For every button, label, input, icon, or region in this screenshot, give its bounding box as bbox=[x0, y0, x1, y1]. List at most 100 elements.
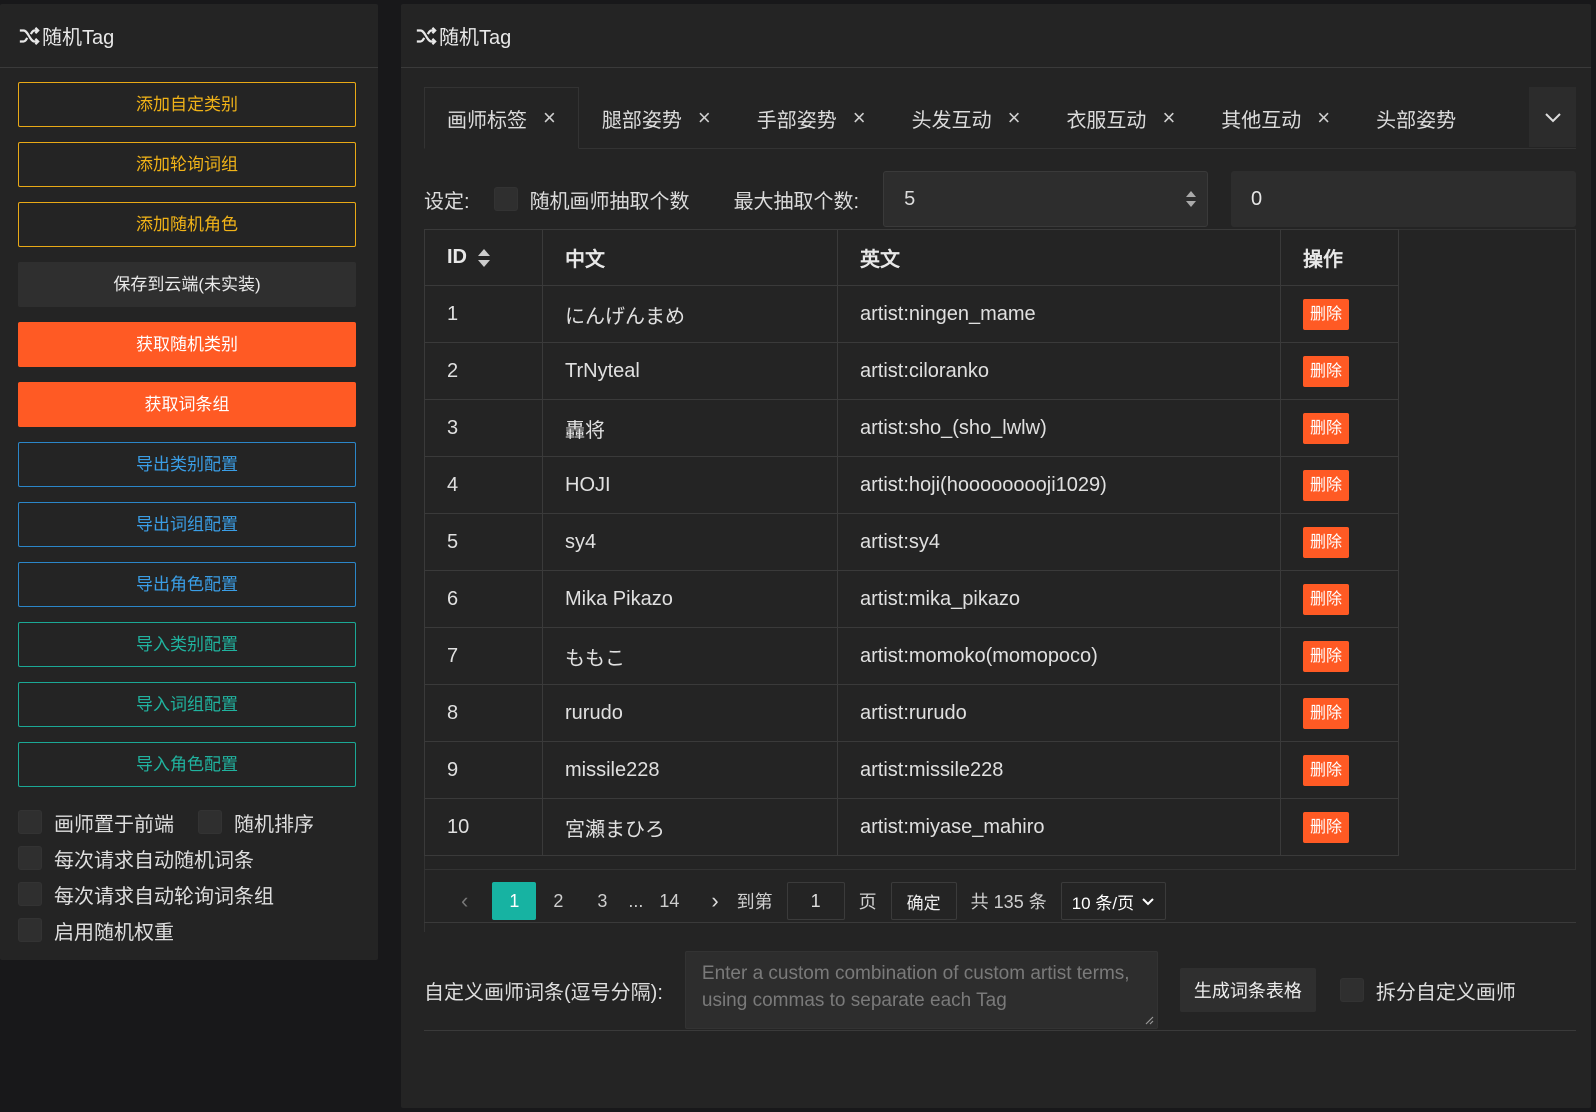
page-3[interactable]: 3 bbox=[580, 882, 624, 920]
table-row: 5 sy4 artist:sy4 删除 bbox=[424, 513, 1399, 571]
page-unit-label: 页 bbox=[858, 892, 877, 912]
enable-weight-checkbox[interactable] bbox=[18, 918, 42, 942]
delete-button[interactable]: 删除 bbox=[1303, 469, 1350, 501]
delete-button[interactable]: 删除 bbox=[1303, 640, 1350, 672]
add-random-character-button[interactable]: 添加随机角色 bbox=[18, 202, 356, 247]
divider bbox=[424, 922, 1576, 923]
tab-legs[interactable]: 腿部姿势 × bbox=[579, 87, 734, 149]
tab-label: 画师标签 bbox=[447, 109, 527, 132]
table-row: 3 轟将 artist:sho_(sho_lwlw) 删除 bbox=[424, 399, 1399, 457]
chevron-down-icon bbox=[1142, 898, 1154, 906]
add-category-button[interactable]: 添加自定类别 bbox=[18, 82, 356, 127]
auto-random-checkbox[interactable] bbox=[18, 846, 42, 870]
get-random-category-button[interactable]: 获取随机类别 bbox=[18, 322, 356, 367]
tab-label: 头发互动 bbox=[911, 109, 992, 132]
close-icon[interactable]: × bbox=[1162, 105, 1175, 131]
table-row: 6 Mika Pikazo artist:mika_pikazo 删除 bbox=[424, 570, 1399, 628]
delete-button[interactable]: 删除 bbox=[1303, 583, 1350, 615]
cell-op: 删除 bbox=[1280, 684, 1399, 742]
artist-table: ID 中文 英文 操作 1 にんげんまめ artist:ningen_mame 删除 2… bbox=[424, 229, 1399, 856]
cell-en: artist:mika_pikazo bbox=[837, 570, 1281, 628]
sort-icon[interactable] bbox=[477, 247, 491, 269]
cn-column-header: 中文 bbox=[542, 229, 838, 286]
cell-id: 9 bbox=[424, 741, 543, 799]
goto-page-input[interactable]: 1 bbox=[786, 882, 845, 920]
custom-artist-placeholder: Enter a custom combination of custom art… bbox=[701, 963, 1130, 1011]
max-count-value: 5 bbox=[904, 187, 916, 210]
tab-hands[interactable]: 手部姿势 × bbox=[734, 87, 889, 149]
cell-cn: sy4 bbox=[542, 513, 838, 571]
tab-head[interactable]: 头部姿势 bbox=[1353, 87, 1479, 149]
export-category-button[interactable]: 导出类别配置 bbox=[18, 442, 356, 487]
resize-handle-icon[interactable] bbox=[1144, 1015, 1154, 1025]
tab-other[interactable]: 其他互动 × bbox=[1198, 87, 1353, 149]
close-icon[interactable]: × bbox=[698, 105, 711, 131]
right-panel-title: 随机Tag bbox=[439, 27, 512, 49]
cell-cn: 宮瀬まひろ bbox=[542, 798, 838, 856]
stepper-icon[interactable] bbox=[1185, 188, 1197, 210]
export-character-button[interactable]: 导出角色配置 bbox=[18, 562, 356, 607]
generate-table-button[interactable]: 生成词条表格 bbox=[1179, 968, 1316, 1012]
import-category-button[interactable]: 导入类别配置 bbox=[18, 622, 356, 667]
delete-button[interactable]: 删除 bbox=[1303, 811, 1350, 843]
delete-button[interactable]: 删除 bbox=[1303, 298, 1350, 330]
delete-button[interactable]: 删除 bbox=[1303, 754, 1350, 786]
goto-confirm-button[interactable]: 确定 bbox=[890, 882, 957, 920]
auto-rotate-label: 每次请求自动轮询词条组 bbox=[54, 885, 274, 908]
secondary-input[interactable]: 0 bbox=[1231, 171, 1576, 227]
import-character-button[interactable]: 导入角色配置 bbox=[18, 742, 356, 787]
tab-more-button[interactable] bbox=[1529, 87, 1576, 147]
cell-cn: にんげんまめ bbox=[542, 285, 838, 343]
cell-op: 删除 bbox=[1280, 342, 1399, 400]
export-group-button[interactable]: 导出词组配置 bbox=[18, 502, 356, 547]
cell-en: artist:sho_(sho_lwlw) bbox=[837, 399, 1281, 457]
cell-en: artist:hoji(hooooooooji1029) bbox=[837, 456, 1281, 514]
auto-random-label: 每次请求自动随机词条 bbox=[54, 849, 254, 872]
delete-button[interactable]: 删除 bbox=[1303, 355, 1350, 387]
save-cloud-button[interactable]: 保存到云端(未实装) bbox=[18, 262, 356, 307]
en-column-header: 英文 bbox=[837, 229, 1281, 286]
close-icon[interactable]: × bbox=[853, 105, 866, 131]
next-page-icon[interactable]: › bbox=[711, 888, 718, 914]
tab-artist[interactable]: 画师标签 × bbox=[424, 87, 579, 149]
close-icon[interactable]: × bbox=[1317, 105, 1330, 131]
right-panel-header: 随机Tag bbox=[401, 4, 1591, 68]
table-row: 7 ももこ artist:momoko(momopoco) 删除 bbox=[424, 627, 1399, 685]
random-count-label: 随机画师抽取个数 bbox=[529, 190, 690, 213]
split-artist-checkbox[interactable] bbox=[1339, 978, 1364, 1002]
random-count-checkbox[interactable] bbox=[493, 187, 518, 211]
cell-op: 删除 bbox=[1280, 627, 1399, 685]
page-size-select[interactable]: 10 条/页 bbox=[1060, 882, 1166, 920]
import-group-button[interactable]: 导入词组配置 bbox=[18, 682, 356, 727]
page-last[interactable]: 14 bbox=[647, 882, 691, 920]
add-rotation-group-button[interactable]: 添加轮询词组 bbox=[18, 142, 356, 187]
page-1[interactable]: 1 bbox=[492, 882, 537, 920]
artist-front-label: 画师置于前端 bbox=[54, 813, 174, 836]
tab-hair[interactable]: 头发互动 × bbox=[889, 87, 1044, 149]
delete-button[interactable]: 删除 bbox=[1303, 526, 1350, 558]
tab-label: 头部姿势 bbox=[1376, 109, 1457, 132]
close-icon[interactable]: × bbox=[543, 105, 556, 131]
page-size-value: 10 条/页 bbox=[1071, 893, 1135, 913]
op-column-header: 操作 bbox=[1280, 229, 1399, 286]
tab-clothes[interactable]: 衣服互动 × bbox=[1043, 87, 1198, 149]
prev-page-icon[interactable]: ‹ bbox=[461, 888, 468, 914]
random-sort-label: 随机排序 bbox=[234, 813, 314, 836]
delete-button[interactable]: 删除 bbox=[1303, 412, 1350, 444]
get-term-group-button[interactable]: 获取词条组 bbox=[18, 382, 356, 427]
delete-button[interactable]: 删除 bbox=[1303, 697, 1350, 729]
page-ellipsis[interactable]: ... bbox=[628, 891, 643, 912]
cell-en: artist:sy4 bbox=[837, 513, 1281, 571]
artist-front-checkbox[interactable] bbox=[18, 810, 42, 834]
random-sort-checkbox[interactable] bbox=[198, 810, 222, 834]
right-panel: 随机Tag 画师标签 × 腿部姿势 × 手部姿势 × 头发互动 × 衣服互动 × 其他互动… bbox=[401, 4, 1591, 1108]
custom-artist-textarea[interactable]: Enter a custom combination of custom art… bbox=[684, 951, 1158, 1029]
table-row: 10 宮瀬まひろ artist:miyase_mahiro 删除 bbox=[424, 798, 1399, 856]
max-count-input[interactable]: 5 bbox=[883, 171, 1209, 227]
cell-id: 6 bbox=[424, 570, 543, 628]
id-column-header[interactable]: ID bbox=[424, 229, 543, 286]
cell-id: 4 bbox=[424, 456, 543, 514]
page-2[interactable]: 2 bbox=[536, 882, 580, 920]
auto-rotate-checkbox[interactable] bbox=[18, 882, 42, 906]
close-icon[interactable]: × bbox=[1008, 105, 1021, 131]
